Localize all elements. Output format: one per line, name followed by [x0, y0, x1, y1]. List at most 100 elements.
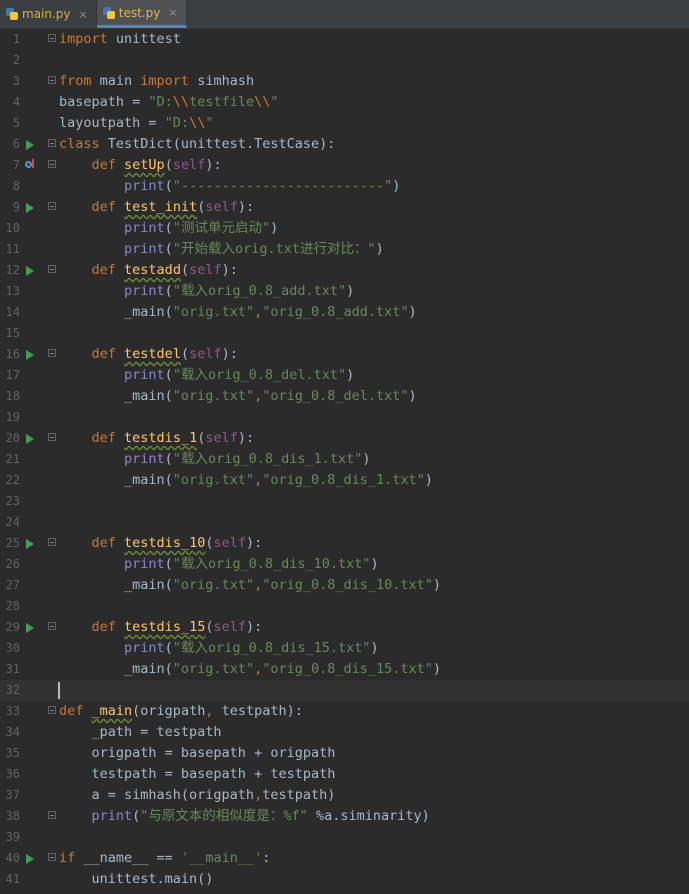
code-token: from	[59, 73, 92, 89]
code-text: _main("orig.txt","orig_0.8_add.txt")	[59, 302, 417, 323]
run-test-icon[interactable]	[23, 197, 37, 218]
fold-toggle-icon[interactable]	[48, 265, 56, 273]
code-line[interactable]: 10 print("测试单元启动")	[0, 218, 689, 239]
run-test-icon[interactable]	[23, 533, 37, 554]
run-test-icon[interactable]	[23, 134, 37, 155]
code-line[interactable]: 27 _main("orig.txt","orig_0.8_dis_10.txt…	[0, 575, 689, 596]
code-token: _main(	[59, 577, 173, 593]
code-line[interactable]: 22 _main("orig.txt","orig_0.8_dis_1.txt"…	[0, 470, 689, 491]
code-line[interactable]: 17 print("载入orig_0.8_del.txt")	[0, 365, 689, 386]
code-line[interactable]: 21 print("载入orig_0.8_dis_1.txt")	[0, 449, 689, 470]
code-token: setUp	[124, 157, 165, 173]
code-token: self	[205, 199, 238, 215]
code-token: self	[189, 346, 222, 362]
code-token: print	[124, 241, 165, 257]
tab-test-py[interactable]: test.py ×	[96, 0, 187, 28]
line-number: 9	[12, 200, 20, 214]
fold-toggle-icon[interactable]	[48, 34, 56, 42]
code-line[interactable]: 12 def testadd(self):	[0, 260, 689, 281]
code-line[interactable]: 4 basepath = "D:\\testfile\\"	[0, 92, 689, 113]
code-line[interactable]: 39	[0, 827, 689, 848]
code-line[interactable]: 33 def _main(origpath, testpath):	[0, 701, 689, 722]
fold-toggle-icon[interactable]	[48, 853, 56, 861]
close-icon[interactable]: ×	[168, 6, 177, 19]
code-line[interactable]: 20 def testdis_1(self):	[0, 428, 689, 449]
code-line[interactable]: 25 def testdis_10(self):	[0, 533, 689, 554]
fold-toggle-icon[interactable]	[48, 538, 56, 546]
code-token: (	[164, 241, 173, 257]
code-line[interactable]: 1 import unittest	[0, 29, 689, 50]
code-line[interactable]: 18 _main("orig.txt","orig_0.8_del.txt")	[0, 386, 689, 407]
code-line[interactable]: 6 class TestDict(unittest.TestCase):	[0, 134, 689, 155]
code-token: (	[164, 640, 173, 656]
code-text: a = simhash(origpath,testpath)	[59, 785, 336, 806]
code-line[interactable]: 41 unittest.main()	[0, 869, 689, 890]
code-token: def	[91, 535, 116, 551]
code-token: ):	[245, 619, 263, 635]
code-line[interactable]: 14 _main("orig.txt","orig_0.8_add.txt")	[0, 302, 689, 323]
code-token: unittest.main()	[59, 871, 214, 887]
code-line[interactable]: 36 testpath = basepath + testpath	[0, 764, 689, 785]
code-line[interactable]: 37 a = simhash(origpath,testpath)	[0, 785, 689, 806]
fold-toggle-icon[interactable]	[48, 433, 56, 441]
fold-toggle-icon[interactable]	[48, 160, 56, 168]
code-token: self	[213, 535, 246, 551]
code-line[interactable]: 3 from main import simhash	[0, 71, 689, 92]
code-line[interactable]: 38 print("与原文本的相似度是：%f" %a.siminarity)	[0, 806, 689, 827]
fold-toggle-icon[interactable]	[48, 706, 56, 714]
code-line[interactable]: 5 layoutpath = "D:\\"	[0, 113, 689, 134]
code-line[interactable]: 11 print("开始载入orig.txt进行对比：")	[0, 239, 689, 260]
code-token: (	[180, 346, 190, 362]
fold-toggle-icon[interactable]	[48, 811, 56, 819]
code-line[interactable]: 35 origpath = basepath + origpath	[0, 743, 689, 764]
run-test-icon[interactable]	[23, 428, 37, 449]
code-line[interactable]: 2	[0, 50, 689, 71]
code-line[interactable]: 23	[0, 491, 689, 512]
run-test-icon[interactable]	[23, 617, 37, 638]
code-line[interactable]: 9 def test_init(self):	[0, 197, 689, 218]
code-line[interactable]: 34 _path = testpath	[0, 722, 689, 743]
fold-toggle-icon[interactable]	[48, 202, 56, 210]
code-token: "载入orig_0.8_del.txt"	[172, 367, 347, 383]
line-number: 2	[12, 53, 20, 67]
code-editor[interactable]: 1 import unittest 2 3 from main import simha…	[0, 29, 689, 890]
code-text: layoutpath = "D:\\"	[59, 113, 213, 134]
code-text: def _main(origpath, testpath):	[59, 701, 303, 722]
code-line[interactable]: 28	[0, 596, 689, 617]
code-token: _main	[91, 703, 133, 719]
run-test-icon[interactable]	[23, 344, 37, 365]
tab-main-py[interactable]: main.py ×	[0, 0, 97, 28]
code-line[interactable]: 19	[0, 407, 689, 428]
code-line[interactable]: 30 print("载入orig_0.8_dis_15.txt")	[0, 638, 689, 659]
code-text: def testdis_15(self):	[59, 617, 263, 638]
fold-toggle-icon[interactable]	[48, 76, 56, 84]
code-line[interactable]: 16 def testdel(self):	[0, 344, 689, 365]
override-method-icon[interactable]	[23, 155, 37, 176]
code-line[interactable]: 13 print("载入orig_0.8_add.txt")	[0, 281, 689, 302]
code-line[interactable]: 29 def testdis_15(self):	[0, 617, 689, 638]
close-icon[interactable]: ×	[79, 8, 88, 21]
code-line[interactable]: 40 if __name__ == '__main__':	[0, 848, 689, 869]
code-line[interactable]: 32	[0, 680, 689, 701]
code-token: ):	[221, 346, 238, 362]
run-test-icon[interactable]	[23, 848, 37, 869]
code-token: if	[59, 850, 76, 866]
code-line[interactable]: 24	[0, 512, 689, 533]
run-test-icon[interactable]	[23, 260, 37, 281]
code-line[interactable]: 8 print("-------------------------")	[0, 176, 689, 197]
code-line[interactable]: 26 print("载入orig_0.8_dis_10.txt")	[0, 554, 689, 575]
line-number: 7	[12, 158, 20, 172]
fold-toggle-icon[interactable]	[48, 139, 56, 147]
code-token: _main(	[59, 472, 173, 488]
fold-toggle-icon[interactable]	[48, 349, 56, 357]
code-line[interactable]: 15	[0, 323, 689, 344]
code-text: def testadd(self):	[59, 260, 238, 281]
code-line[interactable]: 31 _main("orig.txt","orig_0.8_dis_15.txt…	[0, 659, 689, 680]
code-line[interactable]: 7 def setUp(self):	[0, 155, 689, 176]
fold-toggle-icon[interactable]	[48, 622, 56, 630]
